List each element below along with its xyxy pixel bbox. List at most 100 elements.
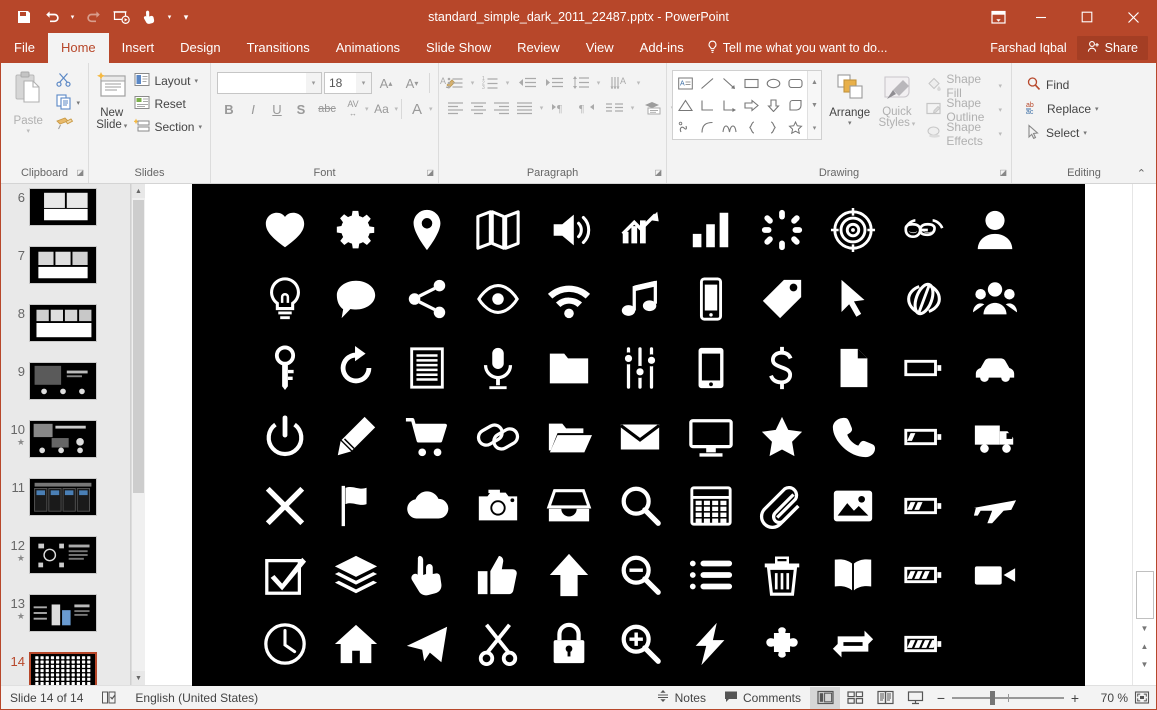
shape-star[interactable] — [784, 116, 806, 138]
find-button[interactable]: Find — [1022, 74, 1103, 95]
shape-fill-caret[interactable]: ▾ — [998, 82, 1002, 90]
shape-elbow-arrow-connector[interactable] — [718, 94, 740, 116]
copy-button[interactable]: ▾ — [51, 92, 84, 113]
section-button[interactable]: Section ▾ — [130, 116, 206, 137]
zoom-slider[interactable]: − + — [930, 690, 1086, 706]
slide-preview[interactable] — [29, 594, 97, 632]
shape-down-arrow[interactable] — [762, 94, 784, 116]
arrange-button[interactable]: Arrange ▾ — [828, 70, 871, 127]
bold-button[interactable]: B — [217, 98, 241, 120]
shape-triangle[interactable] — [674, 94, 696, 116]
slide-panel-scrollbar[interactable]: ▲ ▼ — [131, 184, 145, 685]
zoom-in-button[interactable]: + — [1070, 690, 1080, 706]
tab-home[interactable]: Home — [48, 33, 109, 63]
copy-dropdown-caret[interactable]: ▾ — [76, 99, 80, 107]
reset-button[interactable]: Reset — [130, 93, 206, 114]
tab-design[interactable]: Design — [167, 33, 233, 63]
strikethrough-button[interactable]: abc — [313, 98, 341, 120]
tab-slide-show[interactable]: Slide Show — [413, 33, 504, 63]
slide-preview[interactable] — [29, 420, 97, 458]
tab-insert[interactable]: Insert — [109, 33, 168, 63]
font-color-caret[interactable]: ▾ — [429, 105, 433, 113]
align-left-button[interactable] — [444, 97, 466, 118]
font-name-combobox[interactable]: ▾ — [217, 72, 322, 94]
tell-me-search[interactable]: Tell me what you want to do... — [697, 33, 898, 63]
minimize-button[interactable] — [1018, 1, 1064, 33]
slide-thumbnail-8[interactable]: 8 — [1, 304, 130, 362]
slide-preview[interactable] — [29, 478, 97, 516]
paragraph-dialog-launcher[interactable]: ◪ — [654, 165, 662, 181]
increase-font-size-button[interactable]: A▴ — [374, 72, 398, 94]
shape-right-brace[interactable] — [762, 116, 784, 138]
numbering-caret[interactable]: ▾ — [502, 72, 513, 93]
replace-caret[interactable]: ▾ — [1095, 105, 1099, 113]
text-shadow-button[interactable]: S — [289, 98, 313, 120]
zoom-out-button[interactable]: − — [936, 690, 946, 706]
decrease-font-size-button[interactable]: A▾ — [400, 72, 424, 94]
shape-arc[interactable] — [696, 116, 718, 138]
align-right-button[interactable] — [490, 97, 512, 118]
shape-outline-caret[interactable]: ▾ — [998, 106, 1002, 114]
undo-icon[interactable] — [39, 5, 65, 29]
spellcheck-icon[interactable] — [92, 686, 126, 710]
next-slide-button[interactable]: ▼ — [1133, 655, 1156, 673]
save-icon[interactable] — [11, 5, 37, 29]
gallery-more-icon[interactable]: ▾ — [808, 116, 821, 139]
maximize-button[interactable] — [1064, 1, 1110, 33]
text-direction-caret[interactable]: ▾ — [633, 72, 644, 93]
shape-line-arrow[interactable] — [718, 72, 740, 94]
quick-styles-button[interactable]: Quick Styles ▾ — [877, 70, 916, 130]
new-slide-dropdown-caret[interactable]: ▾ — [122, 123, 127, 130]
slide-thumbnail-10[interactable]: 10★ — [1, 420, 130, 478]
arrange-dropdown-caret[interactable]: ▾ — [848, 119, 852, 127]
shape-line[interactable] — [696, 72, 718, 94]
paste-button[interactable]: Paste ▾ — [5, 68, 51, 135]
collapse-ribbon-button[interactable]: ⌃ — [1137, 166, 1146, 182]
scroll-down-arrow-icon[interactable]: ▼ — [1133, 619, 1156, 637]
clipboard-dialog-launcher[interactable]: ◪ — [76, 165, 84, 181]
reading-view-button[interactable] — [870, 687, 900, 709]
font-size-combobox[interactable]: 18 ▾ — [324, 72, 372, 94]
font-color-button[interactable]: A — [405, 98, 429, 120]
slide-thumbnail-13[interactable]: 13★ — [1, 594, 130, 652]
start-presentation-icon[interactable] — [108, 5, 134, 29]
shape-text-box[interactable]: A — [674, 72, 696, 94]
slide-indicator[interactable]: Slide 14 of 14 — [1, 686, 92, 710]
columns-button[interactable] — [602, 97, 626, 118]
numbering-button[interactable]: 123 — [479, 72, 501, 93]
shape-elbow-connector[interactable] — [696, 94, 718, 116]
slide-preview[interactable] — [29, 304, 97, 342]
bullets-caret[interactable]: ▾ — [467, 72, 478, 93]
line-spacing-button[interactable] — [568, 72, 592, 93]
shape-effects-caret[interactable]: ▾ — [998, 130, 1002, 138]
slide-thumbnail-list[interactable]: 678910★1112★13★14 — [1, 184, 130, 685]
shape-outline-button[interactable]: Shape Outline ▾ — [922, 99, 1006, 120]
columns-caret[interactable]: ▾ — [627, 97, 638, 118]
tab-review[interactable]: Review — [504, 33, 573, 63]
new-slide-button[interactable]: New Slide ▾ — [93, 68, 130, 133]
right-scroll-rail[interactable]: ▼ ▲ ▼ — [1132, 184, 1156, 685]
comments-button[interactable]: Comments — [715, 686, 810, 710]
character-spacing-button[interactable]: AV↔ — [341, 98, 365, 120]
shape-flowchart[interactable] — [784, 94, 806, 116]
slide-thumbnail-12[interactable]: 12★ — [1, 536, 130, 594]
slide-preview[interactable] — [29, 362, 97, 400]
font-size-caret[interactable]: ▾ — [356, 73, 371, 93]
slide-canvas[interactable] — [192, 184, 1085, 686]
slide-thumbnail-9[interactable]: 9 — [1, 362, 130, 420]
slide-thumbnail-11[interactable]: 11 — [1, 478, 130, 536]
shape-rectangle[interactable] — [740, 72, 762, 94]
customize-qat-icon[interactable]: ▾ — [177, 5, 195, 29]
slide-sorter-view-button[interactable] — [840, 687, 870, 709]
shape-curve[interactable] — [674, 116, 696, 138]
line-spacing-caret[interactable]: ▾ — [593, 72, 604, 93]
touch-mode-icon[interactable] — [136, 5, 162, 29]
layout-button[interactable]: Layout ▾ — [130, 70, 206, 91]
shapes-gallery-scrollbar[interactable]: ▲ ▼ ▾ — [807, 71, 821, 139]
section-dropdown-caret[interactable]: ▾ — [198, 123, 202, 131]
tab-transitions[interactable]: Transitions — [234, 33, 323, 63]
shape-oval[interactable] — [762, 72, 784, 94]
tab-view[interactable]: View — [573, 33, 627, 63]
share-button[interactable]: Share — [1077, 36, 1148, 60]
scroll-down-icon[interactable]: ▼ — [132, 671, 145, 685]
